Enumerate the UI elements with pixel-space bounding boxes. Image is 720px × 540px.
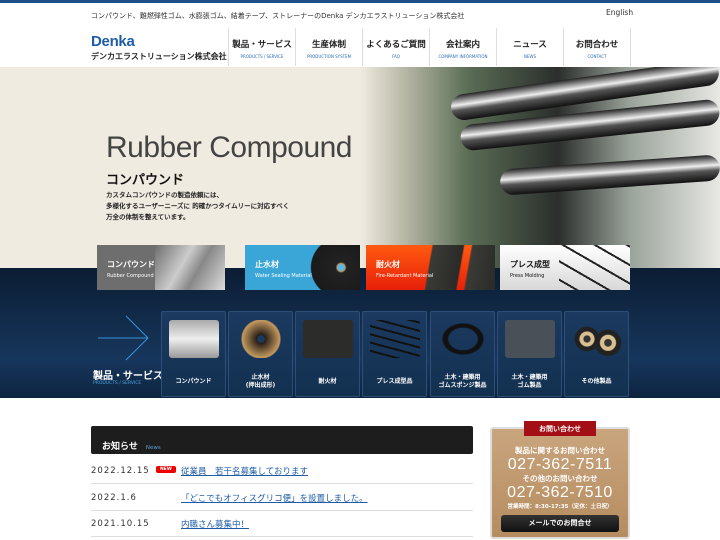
products-section-title[interactable]: 製品・サービス <box>93 367 163 382</box>
site-tagline: コンパウンド、難燃弾性ゴム、水膨張ゴム、結着テープ、ストレーナーのDenka デ… <box>91 12 465 20</box>
news-item: 2021.10.15 内職さん募集中！ <box>91 511 473 537</box>
product-tile-sponge[interactable]: 土木・建築用 ゴムスポンジ製品 <box>430 311 495 397</box>
nav-label: 生産体制 <box>311 40 346 50</box>
arrow-right-icon <box>98 315 149 361</box>
products-section-subtitle: PRODUCTS / SERVICE <box>93 381 142 386</box>
news-item: 2022.1.6 「どこでもオフィスグリコ便」を設置しました。 <box>91 485 473 511</box>
nav-label: 製品・サービス <box>232 40 292 50</box>
news-link[interactable]: 内職さん募集中！ <box>181 518 249 530</box>
nav-production[interactable]: 生産体制 PRODUCTION SYSTEM <box>296 28 363 66</box>
company-logo[interactable]: Denka デンカエラストリューション株式会社 <box>91 33 227 62</box>
nav-label: よくあるご質問 <box>366 40 426 50</box>
nav-sublabel: FAQ <box>392 54 400 59</box>
product-label: プレス成型品 <box>376 378 413 385</box>
category-sublabel: Fire-Retardant Material <box>376 273 434 279</box>
product-label: コンパウンド <box>175 378 212 385</box>
hero-title: Rubber Compound <box>106 131 353 164</box>
nav-label: 会社案内 <box>445 40 480 50</box>
nav-sublabel: COMPANY INFORMATION <box>438 54 488 59</box>
product-tile-water-sealing[interactable]: 止水材 (押出成形) <box>228 311 293 397</box>
hero-desc-line: カスタムコンパウンドの製造依頼には、 <box>106 191 223 199</box>
hero-desc-line: 多様化するユーザーニーズに 的確かつタイムリーに対応すべく <box>106 202 290 210</box>
nav-products[interactable]: 製品・サービス PRODUCTS / SERVICE <box>229 28 296 66</box>
product-tile-rubber[interactable]: 土木・建築用 ゴム製品 <box>497 311 562 397</box>
nav-contact[interactable]: お問合わせ CONTACT <box>564 28 631 66</box>
news-item: 2022.12.15 NEW 従業員 若干名募集しております <box>91 458 473 484</box>
main-nav: 製品・サービス PRODUCTS / SERVICE 生産体制 PRODUCTION… <box>228 28 631 66</box>
category-water-sealing[interactable]: 止水材 Water Sealing Material <box>245 245 360 290</box>
hero-machine-image <box>360 67 720 268</box>
product-label-2: (押出成形) <box>245 382 276 389</box>
category-sublabel: Press Molding <box>510 273 545 279</box>
product-label: その他製品 <box>581 378 612 385</box>
product-tile-compound[interactable]: コンパウンド <box>161 311 226 397</box>
hero-description: カスタムコンパウンドの製造依頼には、 多様化するユーザーニーズに 的確かつタイム… <box>106 190 289 223</box>
top-accent-bar <box>0 0 720 3</box>
nav-label: お問合わせ <box>575 40 619 50</box>
nav-sublabel: CONTACT <box>587 54 607 59</box>
nav-company[interactable]: 会社案内 COMPANY INFORMATION <box>430 28 497 66</box>
product-label: 止水材 <box>251 374 270 381</box>
product-tile-other[interactable]: その他製品 <box>564 311 629 397</box>
product-label: 土木・建築用 <box>444 374 481 381</box>
product-tile-press-molded[interactable]: プレス成型品 <box>362 311 427 397</box>
contact-other-label: その他のお問い合わせ <box>522 474 598 483</box>
product-label: 土木・建築用 <box>511 374 548 381</box>
logo-brand: Denka <box>91 33 135 50</box>
news-link[interactable]: 従業員 若干名募集しております <box>181 465 308 477</box>
nav-sublabel: NEWS <box>523 54 536 59</box>
news-link[interactable]: 「どこでもオフィスグリコ便」を設置しました。 <box>181 492 368 504</box>
mail-contact-button[interactable]: メールでのお問合せ <box>501 515 619 532</box>
nav-sublabel: PRODUCTION SYSTEM <box>306 54 352 59</box>
nav-faq[interactable]: よくあるご質問 FAQ <box>363 28 430 66</box>
news-date: 2022.1.6 <box>91 493 137 503</box>
news-header: お知らせ News <box>91 426 473 454</box>
news-date: 2022.12.15 <box>91 466 150 476</box>
contact-phone-products: 027-362-7511 <box>507 456 613 473</box>
category-label: 止水材 <box>255 260 279 269</box>
business-hours: 営業時間：8:30-17:35（定休：土日祝） <box>507 504 613 510</box>
news-date: 2021.10.15 <box>91 519 150 529</box>
category-label: プレス成型 <box>510 260 550 269</box>
category-sublabel: Rubber Compound <box>107 273 154 279</box>
news-subtitle: News <box>145 445 161 451</box>
product-tile-fire-retardant[interactable]: 耐火材 <box>295 311 360 397</box>
category-compound[interactable]: コンパウンド Rubber Compound <box>97 245 225 290</box>
new-badge: NEW <box>156 466 176 473</box>
category-label: 耐火材 <box>376 260 400 269</box>
contact-tab-label: お問い合わせ <box>524 421 596 436</box>
category-label: コンパウンド <box>107 260 155 269</box>
hero-banner <box>0 67 720 268</box>
logo-company-name: デンカエラストリューション株式会社 <box>91 52 227 61</box>
contact-phone-other: 027-362-7510 <box>507 484 613 501</box>
product-label-2: ゴム製品 <box>517 382 542 389</box>
english-link[interactable]: English <box>606 8 633 17</box>
news-title: お知らせ <box>102 442 138 452</box>
hero-subtitle: コンパウンド <box>106 173 185 188</box>
category-press-molding[interactable]: プレス成型 Press Molding <box>500 245 630 290</box>
nav-label: ニュース <box>513 40 547 50</box>
nav-news[interactable]: ニュース NEWS <box>497 28 564 66</box>
hero-desc-line: 万全の体制を整えています。 <box>106 213 190 221</box>
nav-sublabel: PRODUCTS / SERVICE <box>240 54 284 59</box>
contact-product-label: 製品に関するお問い合わせ <box>515 446 605 455</box>
contact-box: 製品に関するお問い合わせ 027-362-7511 その他のお問い合わせ 027… <box>490 427 630 539</box>
category-sublabel: Water Sealing Material <box>255 273 312 279</box>
product-label-2: ゴムスポンジ製品 <box>438 382 487 389</box>
product-label: 耐火材 <box>318 378 337 385</box>
category-fire-retardant[interactable]: 耐火材 Fire-Retardant Material <box>366 245 495 290</box>
